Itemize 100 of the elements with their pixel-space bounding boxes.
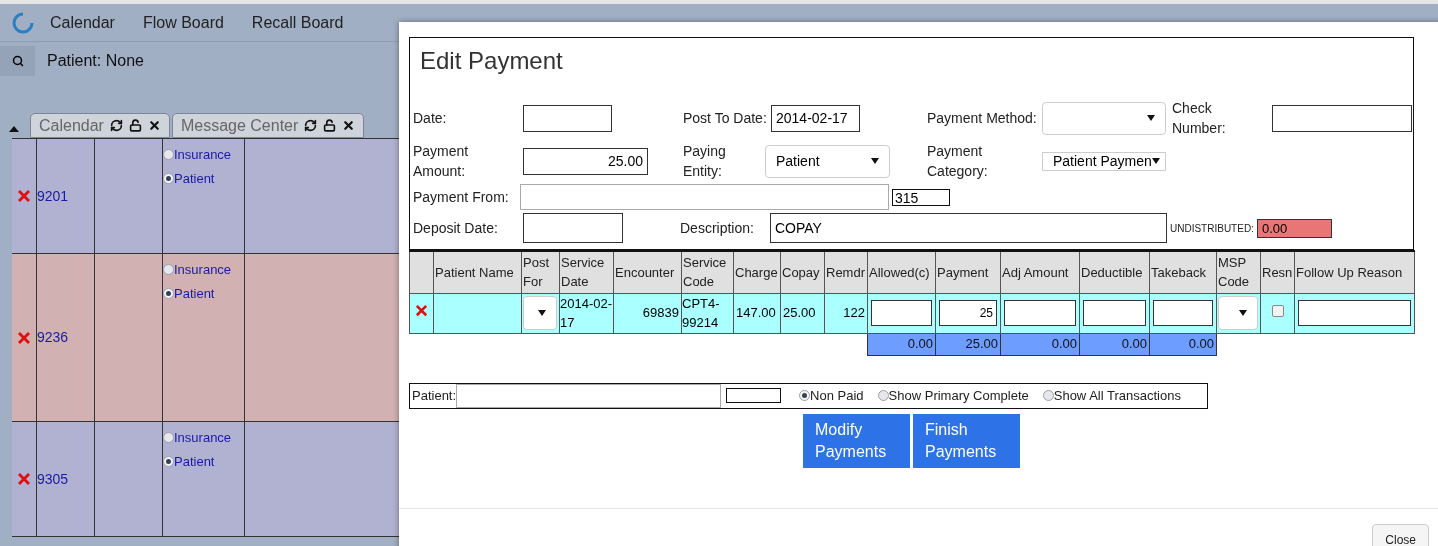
- radio-button[interactable]: [163, 172, 174, 184]
- radio-button[interactable]: [799, 390, 811, 401]
- input-field[interactable]: [1153, 300, 1213, 326]
- radio-button[interactable]: [877, 390, 889, 401]
- column-header: MSP Code: [1216, 251, 1261, 293]
- field-label: Check Number:: [1172, 99, 1227, 138]
- column-header: Adj Amount: [1000, 251, 1080, 293]
- column-header: Service Date: [559, 251, 614, 293]
- input-field[interactable]: [523, 213, 623, 243]
- input-field[interactable]: [456, 383, 722, 408]
- dropdown[interactable]: Patient Paymen: [1042, 151, 1166, 171]
- radio-button[interactable]: [163, 455, 174, 467]
- table-cell: 69839: [613, 293, 682, 333]
- radio-label: Show Primary Complete: [888, 386, 1029, 405]
- input-field[interactable]: COPAY: [770, 213, 1167, 243]
- radio-button[interactable]: [163, 264, 174, 276]
- column-header: Payment: [935, 251, 1001, 293]
- action-button[interactable]: Modify Payments: [803, 413, 910, 468]
- dropdown[interactable]: [523, 296, 557, 330]
- menu-item[interactable]: Flow Board: [142, 10, 224, 35]
- checkbox[interactable]: [1271, 305, 1284, 318]
- radio-label: Insurance: [174, 146, 232, 164]
- input-field[interactable]: [523, 104, 612, 132]
- column-header: Copay: [780, 251, 825, 293]
- input-field[interactable]: [726, 388, 782, 403]
- field-label: Payment Method:: [927, 109, 1038, 128]
- dropdown[interactable]: Patient: [765, 144, 890, 178]
- column-header: Remdr: [824, 251, 868, 293]
- close-icon[interactable]: [342, 119, 356, 132]
- table-cell: 122: [824, 293, 868, 333]
- table-cell: 25.00: [780, 293, 825, 333]
- menu-item[interactable]: Calendar: [50, 10, 115, 35]
- table-cell: CPT4-99214: [681, 293, 734, 333]
- field-label: Date:: [413, 109, 448, 128]
- input-field[interactable]: [1272, 104, 1412, 132]
- input-field[interactable]: 25: [939, 300, 997, 326]
- unlock-icon[interactable]: [128, 119, 142, 132]
- column-header: Patient Name: [433, 251, 522, 293]
- refresh-icon[interactable]: [304, 119, 318, 132]
- undistributed-value: 0.00: [1256, 218, 1332, 238]
- tab[interactable]: Calendar: [30, 113, 170, 138]
- caret-icon: [538, 310, 546, 316]
- field-label: Paying Entity:: [683, 142, 727, 181]
- appointment-link[interactable]: 9236: [37, 327, 69, 348]
- radio-button[interactable]: [163, 149, 174, 161]
- column-header: Follow Up Reason: [1294, 251, 1415, 293]
- appointment-link[interactable]: 9201: [37, 185, 69, 207]
- undistributed-label: UNDISTRIBUTED:: [1170, 221, 1254, 236]
- column-header: Deductible: [1079, 251, 1150, 293]
- refresh-icon[interactable]: [109, 119, 123, 132]
- radio-label: Patient: [174, 169, 215, 188]
- action-button[interactable]: Finish Payments: [913, 413, 1020, 468]
- table-cell: 2014-02-17: [559, 293, 614, 333]
- column-header: Encounter: [613, 251, 682, 293]
- close-button[interactable]: Close: [1372, 523, 1429, 546]
- input-field[interactable]: 315: [892, 188, 950, 206]
- radio-button[interactable]: [1042, 390, 1054, 401]
- input-field[interactable]: 25.00: [523, 147, 648, 175]
- caret-icon: [1239, 310, 1247, 316]
- radio-label: Non Paid: [810, 386, 864, 405]
- search-button[interactable]: [0, 46, 35, 76]
- caret-icon: [871, 158, 879, 164]
- patient-label: Patient: None: [47, 51, 144, 71]
- input-field[interactable]: 2014-02-17: [771, 104, 860, 132]
- tab[interactable]: Message Center: [171, 113, 365, 138]
- radio-label: Insurance: [174, 261, 232, 279]
- unlock-icon[interactable]: [323, 119, 337, 132]
- column-header: Service Code: [681, 251, 734, 293]
- input-field[interactable]: [520, 184, 889, 210]
- total-cell: 0.00: [867, 333, 936, 355]
- field-label: Deposit Date:: [413, 219, 499, 238]
- field-label: Payment Amount:: [413, 142, 470, 181]
- delete-icon[interactable]: [414, 302, 429, 318]
- dialog-title: Edit Payment: [419, 46, 564, 76]
- appointment-link[interactable]: 9305: [37, 468, 69, 490]
- field-label: Patient:: [411, 386, 457, 405]
- radio-button[interactable]: [163, 432, 174, 444]
- field-label: Post To Date:: [683, 109, 768, 128]
- delete-icon[interactable]: [16, 329, 32, 346]
- close-icon[interactable]: [147, 119, 161, 132]
- radio-label: Patient: [174, 284, 215, 303]
- caret-icon: [1147, 115, 1155, 121]
- menu-item[interactable]: Recall Board: [251, 10, 344, 35]
- table-cell: 147.00: [733, 293, 781, 333]
- radio-label: Patient: [174, 452, 215, 471]
- input-field[interactable]: [871, 300, 932, 326]
- input-field[interactable]: [1298, 300, 1411, 326]
- search-icon: [11, 55, 24, 67]
- input-field[interactable]: [1083, 300, 1146, 326]
- radio-label: Show All Transactions: [1053, 386, 1181, 405]
- column-header: Resn: [1260, 251, 1295, 293]
- column-header: Post For: [521, 251, 560, 293]
- column-header: Charge: [733, 251, 781, 293]
- collapse-icon[interactable]: [9, 126, 19, 132]
- input-field[interactable]: [1004, 300, 1076, 326]
- radio-label: Insurance: [174, 429, 232, 447]
- radio-button[interactable]: [163, 287, 174, 299]
- field-label: Description:: [680, 219, 755, 238]
- column-header: Takeback: [1149, 251, 1217, 293]
- column-header: Allowed(c): [867, 251, 936, 293]
